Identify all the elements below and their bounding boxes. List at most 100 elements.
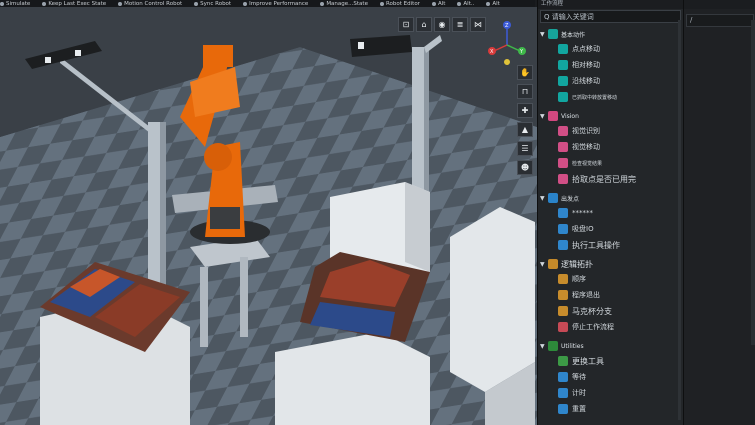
hand-icon[interactable]: ✋ [517,65,533,80]
properties-scrollbar[interactable] [751,20,755,345]
step-item[interactable]: 视觉移动 [538,139,683,155]
chevron-down-icon[interactable]: ▼ [540,31,548,38]
group-label: Utilities [561,342,584,350]
chevron-down-icon[interactable]: ▼ [540,195,548,202]
group-header[interactable]: ▼ Vision [538,109,683,123]
step-item[interactable]: 程序退出 [538,287,683,303]
step-item[interactable]: 吸盘IO [538,221,683,237]
step-icon [558,404,568,414]
step-item[interactable]: 执行工具操作 [538,237,683,253]
search-input[interactable] [544,12,664,21]
group-header[interactable]: ▼ 基本动作 [538,27,683,41]
step-label: 等待 [572,373,586,381]
step-icon [558,208,568,218]
topbar-item[interactable]: Sync Robot [200,1,231,7]
step-icon [558,240,568,250]
step-item[interactable]: 马克杯分支 [538,303,683,319]
step-label: 已抓取中转放置移动 [572,94,618,101]
top-status-bar: Simulate Keep Last Exec State Motion Contr… [0,0,535,7]
properties-title-bar [684,0,755,9]
step-item[interactable]: 计时 [538,385,683,401]
robot-head-icon[interactable]: ☻ [517,160,533,175]
layers-icon[interactable]: ☰ [517,141,533,156]
status-dot-icon [42,1,47,6]
chevron-down-icon[interactable]: ▼ [540,343,548,350]
step-library: ▼ 基本动作点点移动相对移动沿线移动已抓取中转放置移动 ▼ Vision 视觉识别视觉移… [538,27,683,417]
camera-icon[interactable]: ⌂ [416,17,432,32]
topbar-item[interactable]: Manage...State [326,1,368,7]
step-icon [558,126,568,136]
group-label: 出发点 [561,195,580,203]
step-item[interactable]: 沿线移动 [538,73,683,89]
grid-icon[interactable]: ⋈ [470,17,486,32]
workflow-panel: 工作流程 ▼ 基本动作点点移动相对移动沿线移动已抓取中转放置移动 ▼ Vision 视觉… [537,0,683,425]
viewport-side-tools: ✋ ⊓ ✚ ▲ ☰ ☻ [517,65,533,175]
frame-icon[interactable]: ⊓ [517,84,533,99]
topbar-item[interactable]: Keep Last Exec State [48,1,106,7]
group-header[interactable]: ▼ 出发点 [538,191,683,205]
step-label: 点点移动 [572,45,600,53]
group-label: 逻辑拓扑 [561,259,593,269]
step-item[interactable]: 停止工作流程 [538,319,683,335]
step-label: 更换工具 [572,356,604,366]
topbar-item[interactable]: Motion Control Robot [124,1,182,7]
chevron-down-icon[interactable]: ▼ [540,113,548,120]
group-icon [548,259,558,269]
topbar-item[interactable]: Alt [492,1,499,7]
scene-icon[interactable]: ▲ [517,122,533,137]
step-label: 视觉移动 [572,143,600,151]
group-header[interactable]: ▼ 逻辑拓扑 [538,257,683,271]
step-label: 停止工作流程 [572,323,614,331]
topbar-item[interactable]: Simulate [6,1,30,7]
status-dot-icon [457,1,462,6]
step-icon [558,174,568,184]
properties-panel: / [683,0,755,425]
step-item[interactable]: ****** [538,205,683,221]
step-item[interactable]: 顺序 [538,271,683,287]
step-icon [558,388,568,398]
step-item[interactable]: 更换工具 [538,353,683,369]
step-label: 马克杯分支 [572,306,612,316]
step-item[interactable]: 视觉识别 [538,123,683,139]
step-label: 拾取点是否已用完 [572,174,636,184]
step-label: 执行工具操作 [572,240,620,250]
3d-viewport[interactable]: Z X Y ⊡ ⌂ ◉ ≣ ⋈ ✋ ⊓ ✚ ▲ ☰ ☻ [0,7,537,425]
step-label: ****** [572,209,593,217]
search-box[interactable] [540,10,681,23]
step-icon [558,306,568,316]
step-item[interactable]: 检查视觉结果 [538,155,683,171]
topbar-item[interactable]: Improve Performance [249,1,308,7]
step-item[interactable]: 拾取点是否已用完 [538,171,683,187]
status-dot-icon [0,1,4,6]
step-item[interactable]: 相对移动 [538,57,683,73]
step-item[interactable]: 已抓取中转放置移动 [538,89,683,105]
step-icon [558,44,568,54]
chevron-down-icon[interactable]: ▼ [540,261,548,268]
step-label: 沿线移动 [572,77,600,85]
status-dot-icon [486,1,491,6]
group-header[interactable]: ▼ Utilities [538,339,683,353]
step-item[interactable]: 等待 [538,369,683,385]
cross-move-icon[interactable]: ✚ [517,103,533,118]
status-dot-icon [320,1,325,6]
view-cube-icon[interactable]: ⊡ [398,17,414,32]
step-icon [558,356,568,366]
topbar-item[interactable]: Alt [438,1,445,7]
step-icon [558,158,568,168]
panel-title: 工作流程 [538,0,683,9]
step-label: 吸盘IO [572,225,594,233]
topbar-item[interactable]: Alt.. [463,1,474,7]
step-icon [558,274,568,284]
step-icon [558,92,568,102]
eye-icon[interactable]: ◉ [434,17,450,32]
step-item[interactable]: 重置 [538,401,683,417]
panel-scrollbar[interactable] [678,20,681,420]
status-dot-icon [379,1,384,6]
list-icon[interactable]: ≣ [452,17,468,32]
topbar-item[interactable]: Robot Editor [386,1,420,7]
scene-canvas[interactable]: Z X Y [0,7,537,425]
path-field[interactable]: / [686,14,754,27]
step-item[interactable]: 点点移动 [538,41,683,57]
status-dot-icon [118,1,123,6]
step-label: 视觉识别 [572,127,600,135]
